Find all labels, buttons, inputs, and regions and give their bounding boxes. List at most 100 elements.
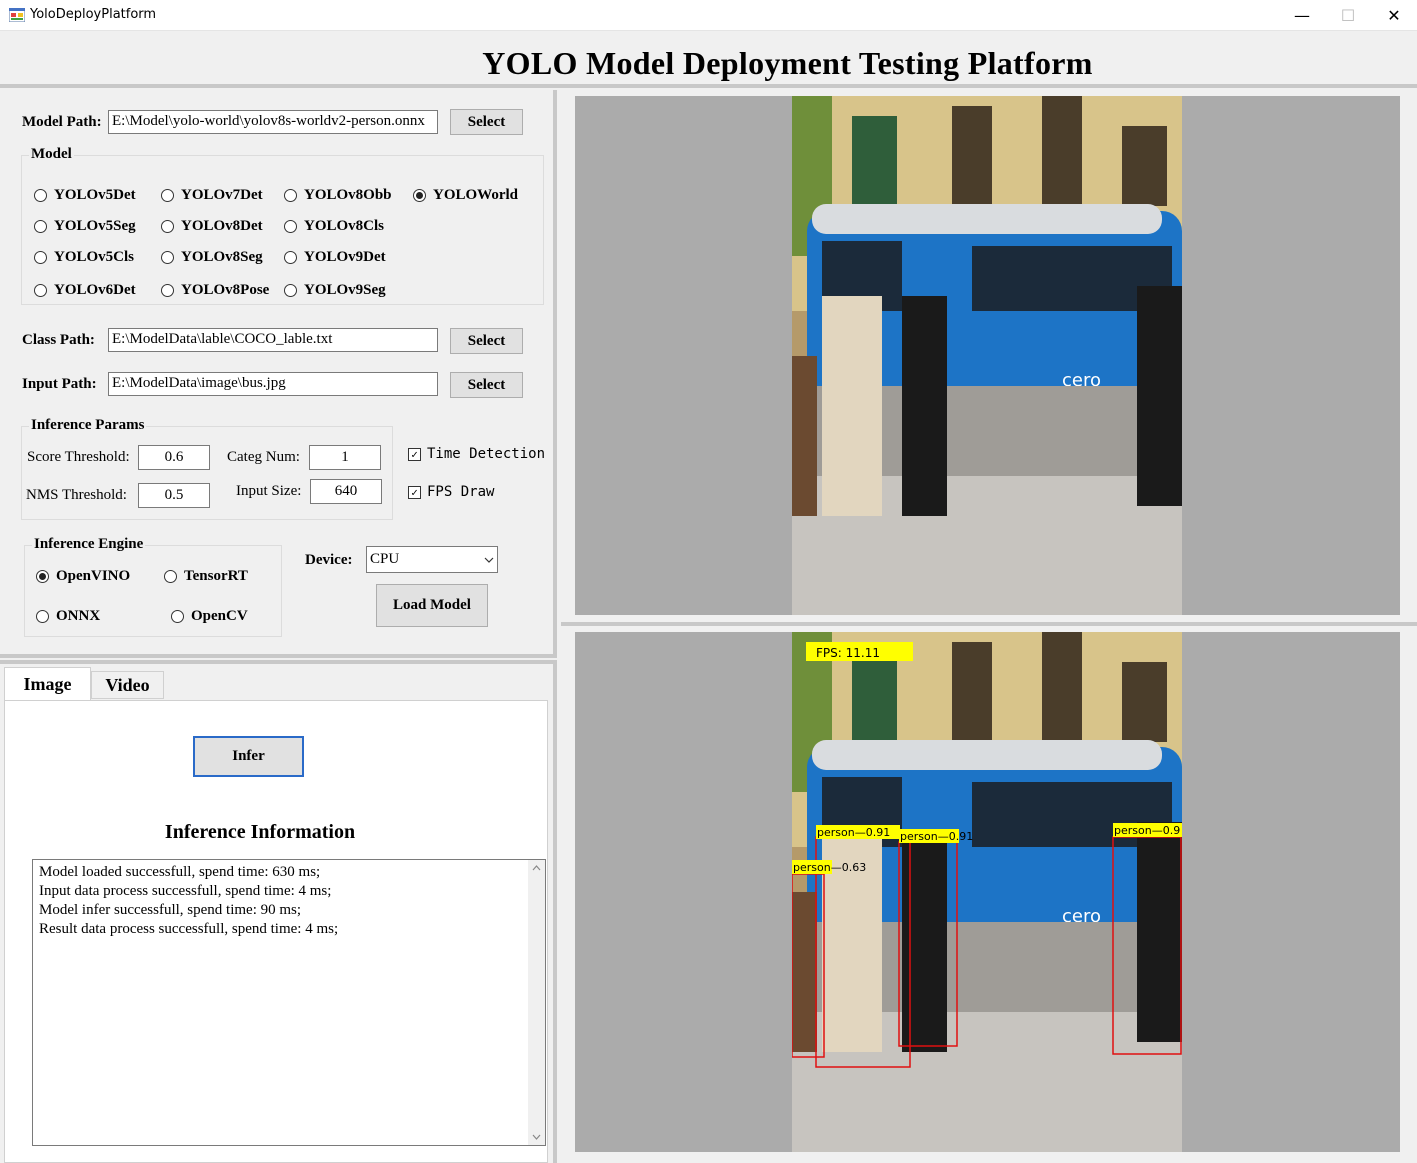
nms-threshold-input[interactable]: 0.5 [138, 483, 210, 508]
model-radio-yoloworld[interactable]: YOLOWorld [413, 187, 518, 204]
model-option-label: YOLOv8Cls [304, 218, 385, 234]
model-radio-yolov8cls[interactable]: YOLOv8Cls [284, 218, 384, 235]
model-radio-yolov7det[interactable]: YOLOv7Det [161, 187, 263, 204]
engine-tensorrt-radio[interactable]: TensorRT [164, 568, 248, 585]
tab-image[interactable]: Image [4, 667, 91, 701]
model-option-label: YOLOv5Cls [54, 249, 135, 265]
class-path-select-button[interactable]: Select [450, 328, 523, 354]
model-radio-yolov5seg[interactable]: YOLOv5Seg [34, 218, 136, 235]
radio-icon [36, 610, 49, 623]
log-line: Model loaded successfull, spend time: 63… [39, 864, 321, 880]
class-path-input[interactable]: E:\ModelData\lable\COCO_lable.txt [108, 328, 438, 352]
config-panel: Model Path: E:\Model\yolo-world\yolov8s-… [0, 90, 557, 658]
log-line: Result data process successfull, spend t… [39, 921, 339, 937]
input-path-input[interactable]: E:\ModelData\image\bus.jpg [108, 372, 438, 396]
radio-icon [284, 284, 297, 297]
source-image-container: cero [561, 90, 1417, 626]
engine-onnx-radio[interactable]: ONNX [36, 608, 100, 625]
device-select-value: CPU [370, 551, 400, 567]
time-detection-label: Time Detection [427, 446, 546, 462]
model-option-label: YOLOv7Det [181, 187, 263, 203]
model-path-label: Model Path: [22, 114, 102, 130]
model-path-input[interactable]: E:\Model\yolo-world\yolov8s-worldv2-pers… [108, 110, 438, 134]
score-threshold-label: Score Threshold: [27, 449, 130, 465]
nms-threshold-label: NMS Threshold: [26, 487, 127, 503]
input-size-input[interactable]: 640 [310, 479, 382, 504]
model-radio-yolov8pose[interactable]: YOLOv8Pose [161, 282, 269, 299]
inference-log-textarea[interactable]: Model loaded successfull, spend time: 63… [32, 859, 546, 1146]
device-label: Device: [305, 552, 353, 568]
detection-label: person—0.91 [900, 830, 973, 843]
tab-video[interactable]: Video [91, 671, 164, 699]
scroll-down-icon[interactable] [532, 1134, 541, 1140]
radio-icon [34, 251, 47, 264]
infer-button[interactable]: Infer [193, 736, 304, 777]
model-option-label: YOLOv6Det [54, 282, 136, 298]
model-radio-yolov5cls[interactable]: YOLOv5Cls [34, 249, 134, 266]
inference-params-title: Inference Params [29, 417, 147, 434]
radio-icon [34, 189, 47, 202]
model-option-label: YOLOv9Det [304, 249, 386, 265]
scroll-up-icon[interactable] [532, 865, 541, 871]
engine-opencv-radio[interactable]: OpenCV [171, 608, 248, 625]
model-radio-yolov8seg[interactable]: YOLOv8Seg [161, 249, 263, 266]
model-radio-yolov9seg[interactable]: YOLOv9Seg [284, 282, 386, 299]
result-photo: cero FPS: 11.11 person—0.91 person—0.91 [792, 632, 1182, 1152]
device-select[interactable]: CPU [366, 546, 498, 573]
model-path-select-button[interactable]: Select [450, 109, 523, 135]
radio-icon [284, 189, 297, 202]
time-detection-checkbox[interactable]: ✓ Time Detection [408, 446, 545, 462]
input-path-select-button[interactable]: Select [450, 372, 523, 398]
fps-draw-checkbox[interactable]: ✓ FPS Draw [408, 484, 494, 500]
model-radio-yolov8det[interactable]: YOLOv8Det [161, 218, 263, 235]
input-size-label: Input Size: [236, 483, 302, 499]
input-path-label: Input Path: [22, 376, 97, 392]
model-option-label: YOLOv9Seg [304, 282, 386, 298]
radio-icon [171, 610, 184, 623]
categ-num-label: Categ Num: [227, 449, 300, 465]
fps-label: FPS: 11.11 [816, 646, 880, 660]
chevron-down-icon [484, 557, 494, 563]
radio-selected-icon [36, 570, 49, 583]
categ-num-input[interactable]: 1 [309, 445, 381, 470]
source-image-pane: cero [575, 96, 1400, 615]
result-image-pane: cero FPS: 11.11 person—0.91 person—0.91 [575, 632, 1400, 1152]
engine-option-label: OpenCV [191, 608, 248, 624]
engine-option-label: ONNX [56, 608, 101, 624]
app-icon [9, 8, 25, 22]
window-title: YoloDeployPlatform [30, 7, 157, 22]
log-line: Input data process successfull, spend ti… [39, 883, 332, 899]
radio-icon [34, 220, 47, 233]
engine-option-label: TensorRT [184, 568, 248, 584]
model-option-label: YOLOv5Seg [54, 218, 136, 234]
model-option-label: YOLOv8Pose [181, 282, 270, 298]
checkbox-check-icon: ✓ [408, 447, 421, 461]
model-radio-yolov8obb[interactable]: YOLOv8Obb [284, 187, 392, 204]
minimize-button[interactable]: — [1279, 0, 1325, 31]
window-titlebar: YoloDeployPlatform — ☐ ✕ [0, 0, 1417, 31]
maximize-button[interactable]: ☐ [1325, 0, 1371, 31]
model-option-label: YOLOv8Seg [181, 249, 263, 265]
class-path-label: Class Path: [22, 332, 95, 348]
radio-icon [161, 220, 174, 233]
model-group-title: Model [29, 146, 74, 163]
detection-label: person—0.9 [1114, 824, 1180, 837]
tab-image-content: Infer Inference Information Model loaded… [4, 700, 548, 1163]
model-radio-yolov6det[interactable]: YOLOv6Det [34, 282, 136, 299]
model-option-label: YOLOv8Obb [304, 187, 392, 203]
inference-engine-title: Inference Engine [32, 536, 146, 553]
tab-panel: Image Video Infer Inference Information … [0, 660, 557, 1163]
log-scrollbar[interactable] [528, 860, 545, 1145]
radio-icon [161, 189, 174, 202]
model-radio-yolov9det[interactable]: YOLOv9Det [284, 249, 386, 266]
score-threshold-input[interactable]: 0.6 [138, 445, 210, 470]
load-model-button[interactable]: Load Model [376, 584, 488, 627]
radio-icon [161, 284, 174, 297]
log-line: Model infer successfull, spend time: 90 … [39, 902, 302, 918]
model-radio-yolov5det[interactable]: YOLOv5Det [34, 187, 136, 204]
model-option-label: YOLOWorld [433, 187, 519, 203]
radio-icon [164, 570, 177, 583]
engine-openvino-radio[interactable]: OpenVINO [36, 568, 130, 585]
close-button[interactable]: ✕ [1371, 0, 1417, 31]
inference-log-text: Model loaded successfull, spend time: 63… [39, 863, 338, 939]
